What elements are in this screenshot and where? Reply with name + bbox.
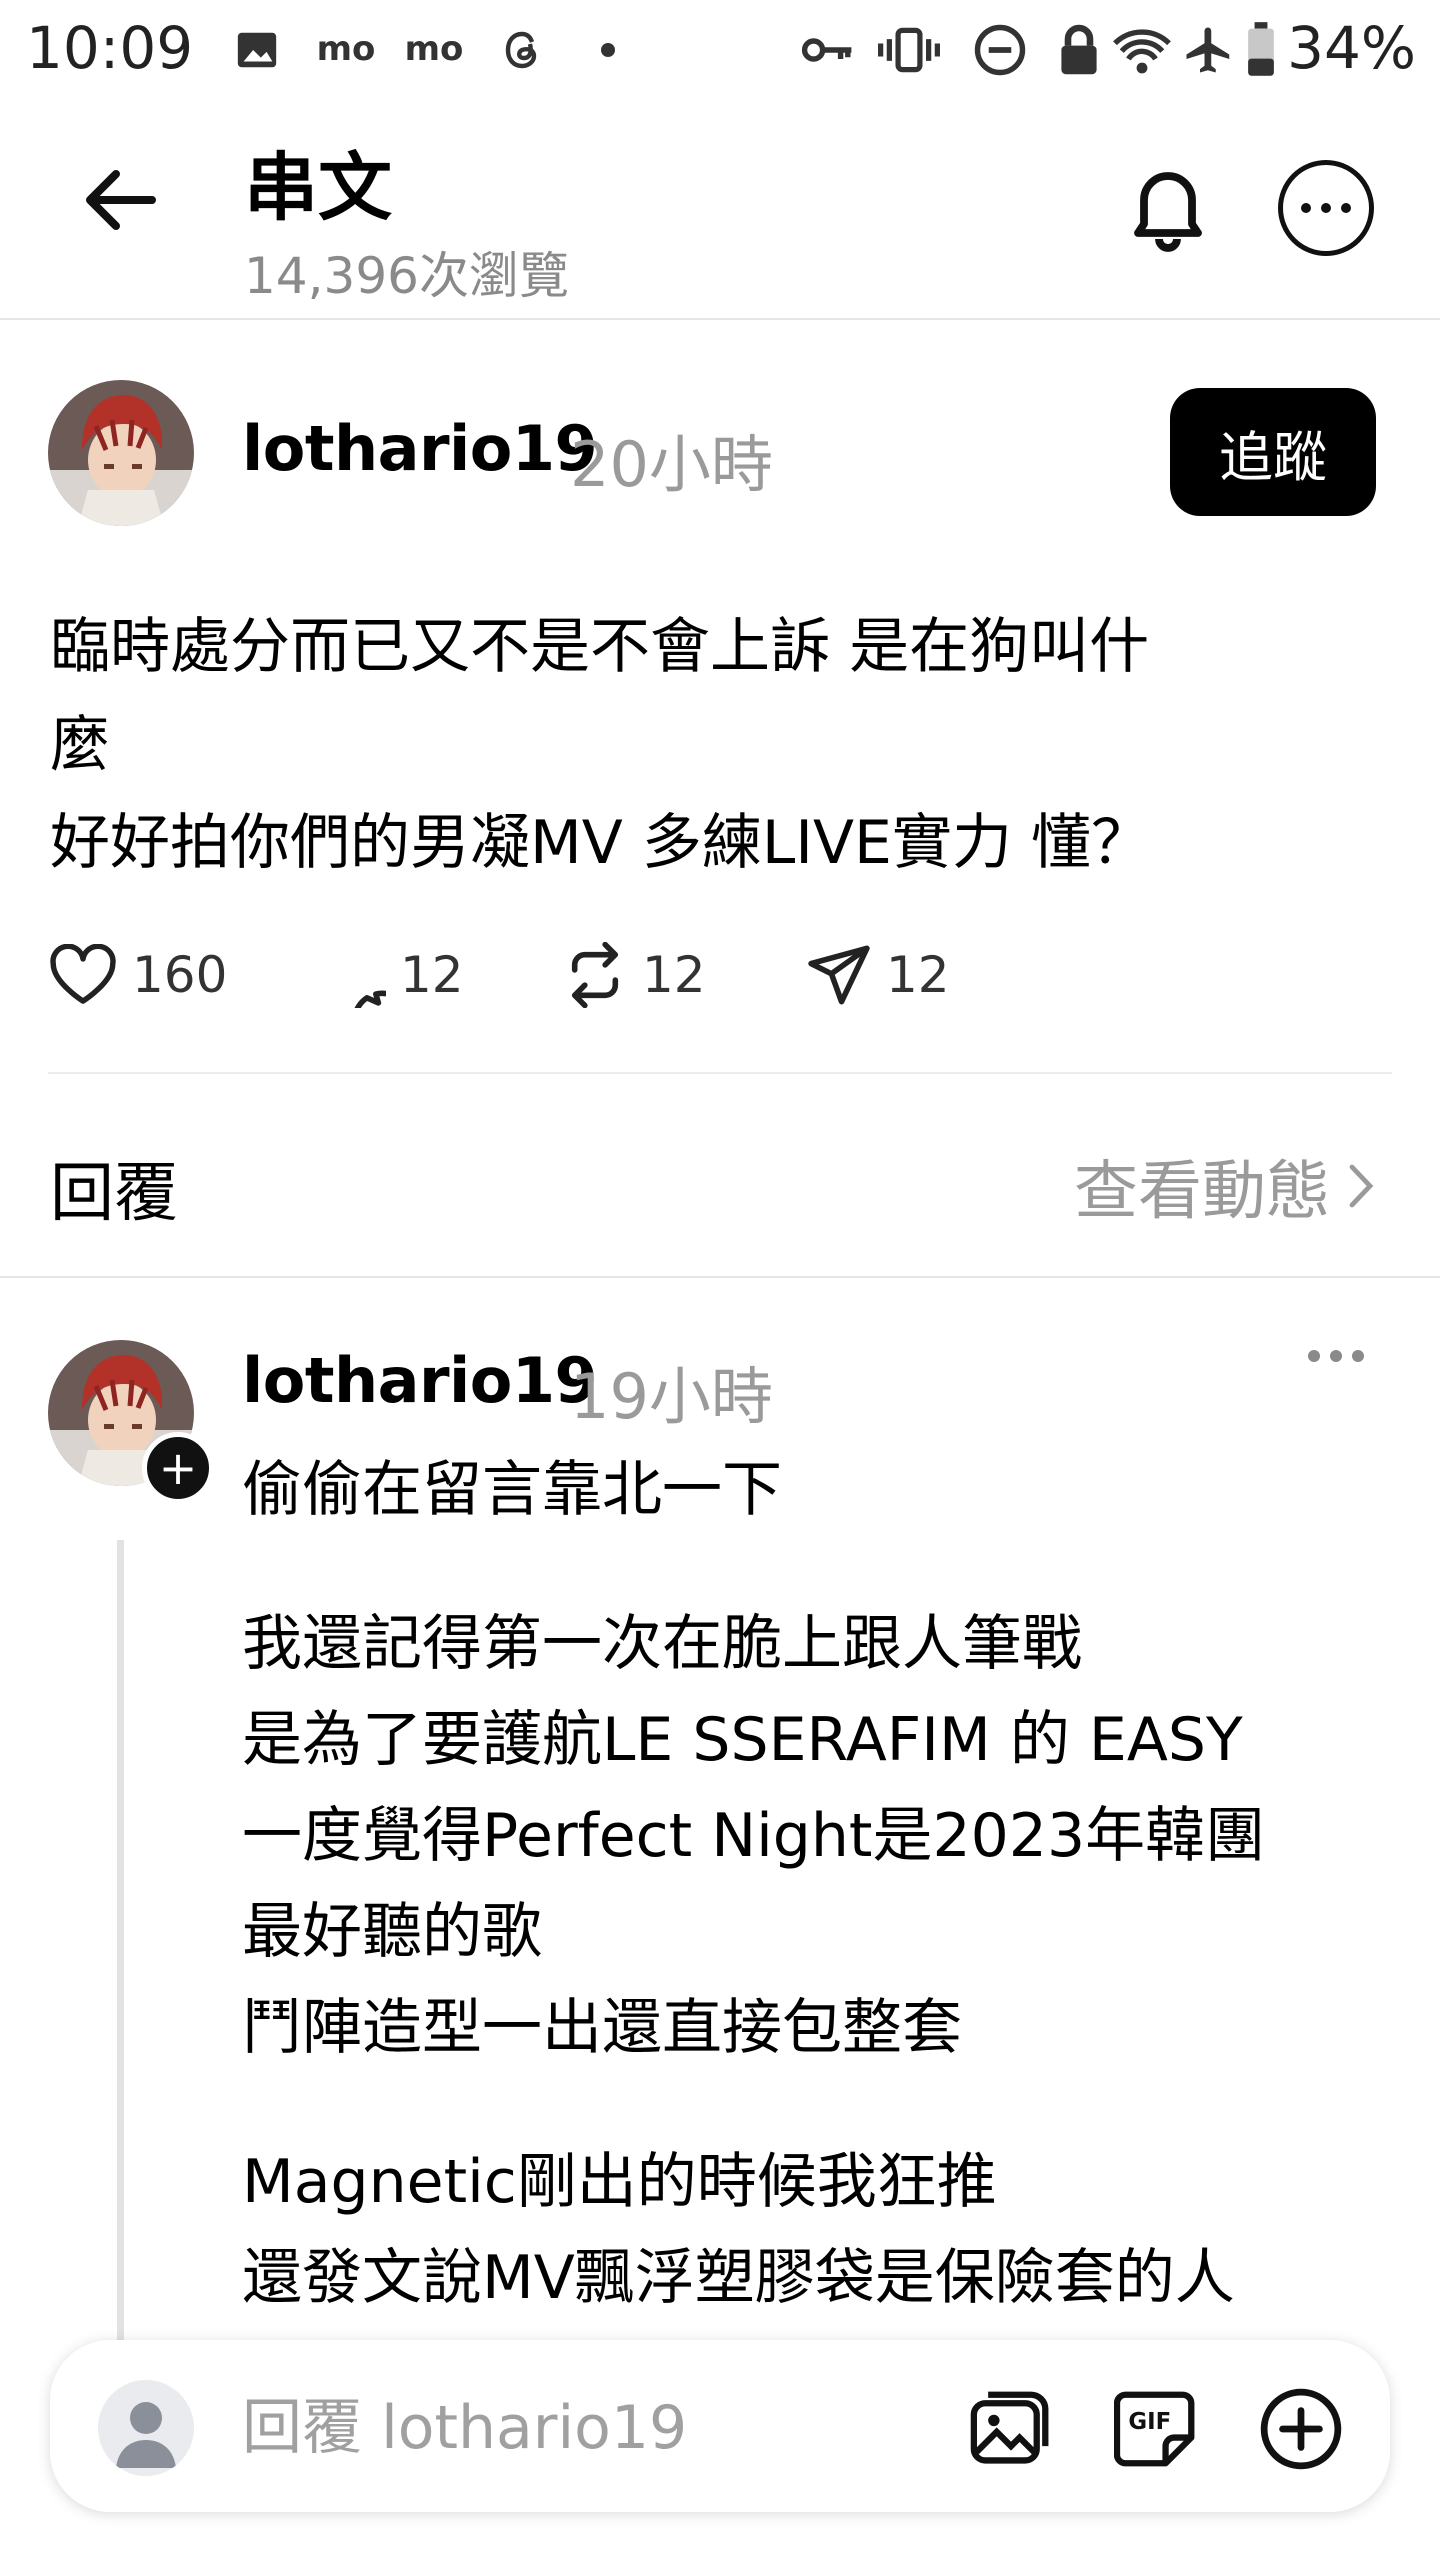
more-icon-dot [1341, 203, 1351, 213]
threads-icon [494, 22, 550, 78]
share-count: 12 [886, 946, 950, 1004]
chevron-right-icon [1349, 1164, 1374, 1208]
view-count: 14,396次瀏覽 [244, 247, 569, 305]
follow-plus-button[interactable]: + [142, 1432, 214, 1504]
more-icon [1308, 1350, 1320, 1362]
notification-button[interactable] [1120, 158, 1216, 254]
status-time: 10:09 [26, 14, 194, 82]
vibrate-icon [874, 22, 944, 78]
send-icon [808, 945, 870, 1005]
comment-button[interactable]: 12 [320, 940, 464, 1010]
gallery-icon [970, 2391, 1049, 2464]
post-body: 臨時處分而已又不是不會上訴 是在狗叫什 麼 好好拍你們的男凝MV 多練LIVE實… [50, 612, 1152, 878]
more-options-button[interactable] [1278, 160, 1374, 256]
more-icon [1301, 203, 1311, 213]
view-activity-link[interactable]: 查看動態 [1074, 1140, 1374, 1232]
user-avatar-icon [98, 2380, 194, 2476]
header-divider [0, 318, 1440, 320]
add-icon [1260, 2388, 1342, 2470]
more-icon-dot [1352, 1350, 1364, 1362]
reply-more-button[interactable] [1308, 1350, 1364, 1362]
share-button[interactable]: 12 [806, 940, 950, 1010]
comment-icon [354, 990, 386, 1008]
wifi-icon [1110, 22, 1174, 78]
mo-icon: mo [316, 29, 376, 70]
bell-icon [1134, 172, 1202, 252]
repost-count: 12 [642, 946, 706, 1004]
key-icon [800, 22, 856, 78]
reply-paragraph: 我還記得第一次在脆上跟人筆戰 是為了要護航LE SSERAFIM 的 EASY … [242, 1609, 1266, 2063]
heart-icon [50, 944, 116, 1004]
follow-button[interactable]: 追蹤 [1170, 388, 1376, 516]
back-arrow-icon [86, 170, 156, 230]
page-title: 串文 [244, 145, 392, 231]
add-button[interactable] [1256, 2384, 1346, 2474]
reply-time: 19小時 [570, 1360, 773, 1433]
battery-icon [1244, 22, 1278, 78]
reply-paragraph: 偷偷在留言靠北一下 [242, 1455, 782, 1525]
replies-title: 回覆 [50, 1157, 178, 1231]
lock-icon [1054, 22, 1104, 78]
gif-text: GIF [1128, 2409, 1171, 2435]
comment-count: 12 [400, 946, 464, 1004]
post-time: 20小時 [570, 428, 773, 501]
post-username[interactable]: lothario19 [242, 412, 598, 485]
reply-username[interactable]: lothario19 [242, 1344, 598, 1417]
dot-icon [596, 22, 620, 78]
back-button[interactable] [70, 150, 170, 250]
repost-icon [571, 942, 619, 1008]
avatar[interactable] [48, 380, 194, 526]
plus-icon: + [158, 1441, 198, 1495]
reply-paragraph: Magnetic剛出的時候我狂推 還發文說MV飄浮塑膠袋是保險套的人 [242, 2147, 1235, 2313]
reply-body: 偷偷在留言靠北一下 我還記得第一次在脆上跟人筆戰 是為了要護航LE SSERAF… [242, 1442, 1402, 2384]
battery-percent: 34% [1287, 14, 1416, 82]
dnd-icon [970, 22, 1030, 78]
thread-line [117, 1540, 124, 2340]
more-icon-dot [1321, 203, 1331, 213]
gallery-button[interactable] [966, 2384, 1056, 2474]
like-count: 160 [132, 946, 228, 1004]
gif-button[interactable]: GIF [1112, 2384, 1202, 2474]
reply-composer: GIF [50, 2340, 1390, 2512]
post-divider [48, 1072, 1392, 1074]
image-icon [232, 22, 282, 78]
more-icon-dot [1330, 1350, 1342, 1362]
gif-icon: GIF [1114, 2391, 1195, 2467]
repost-button[interactable]: 12 [562, 940, 706, 1010]
like-button[interactable]: 160 [48, 940, 227, 1010]
section-divider [0, 1276, 1440, 1278]
mo-icon: mo [404, 29, 464, 70]
airplane-icon [1180, 22, 1238, 78]
reply-input[interactable] [242, 2388, 942, 2468]
view-activity-label: 查看動態 [1074, 1155, 1330, 1229]
